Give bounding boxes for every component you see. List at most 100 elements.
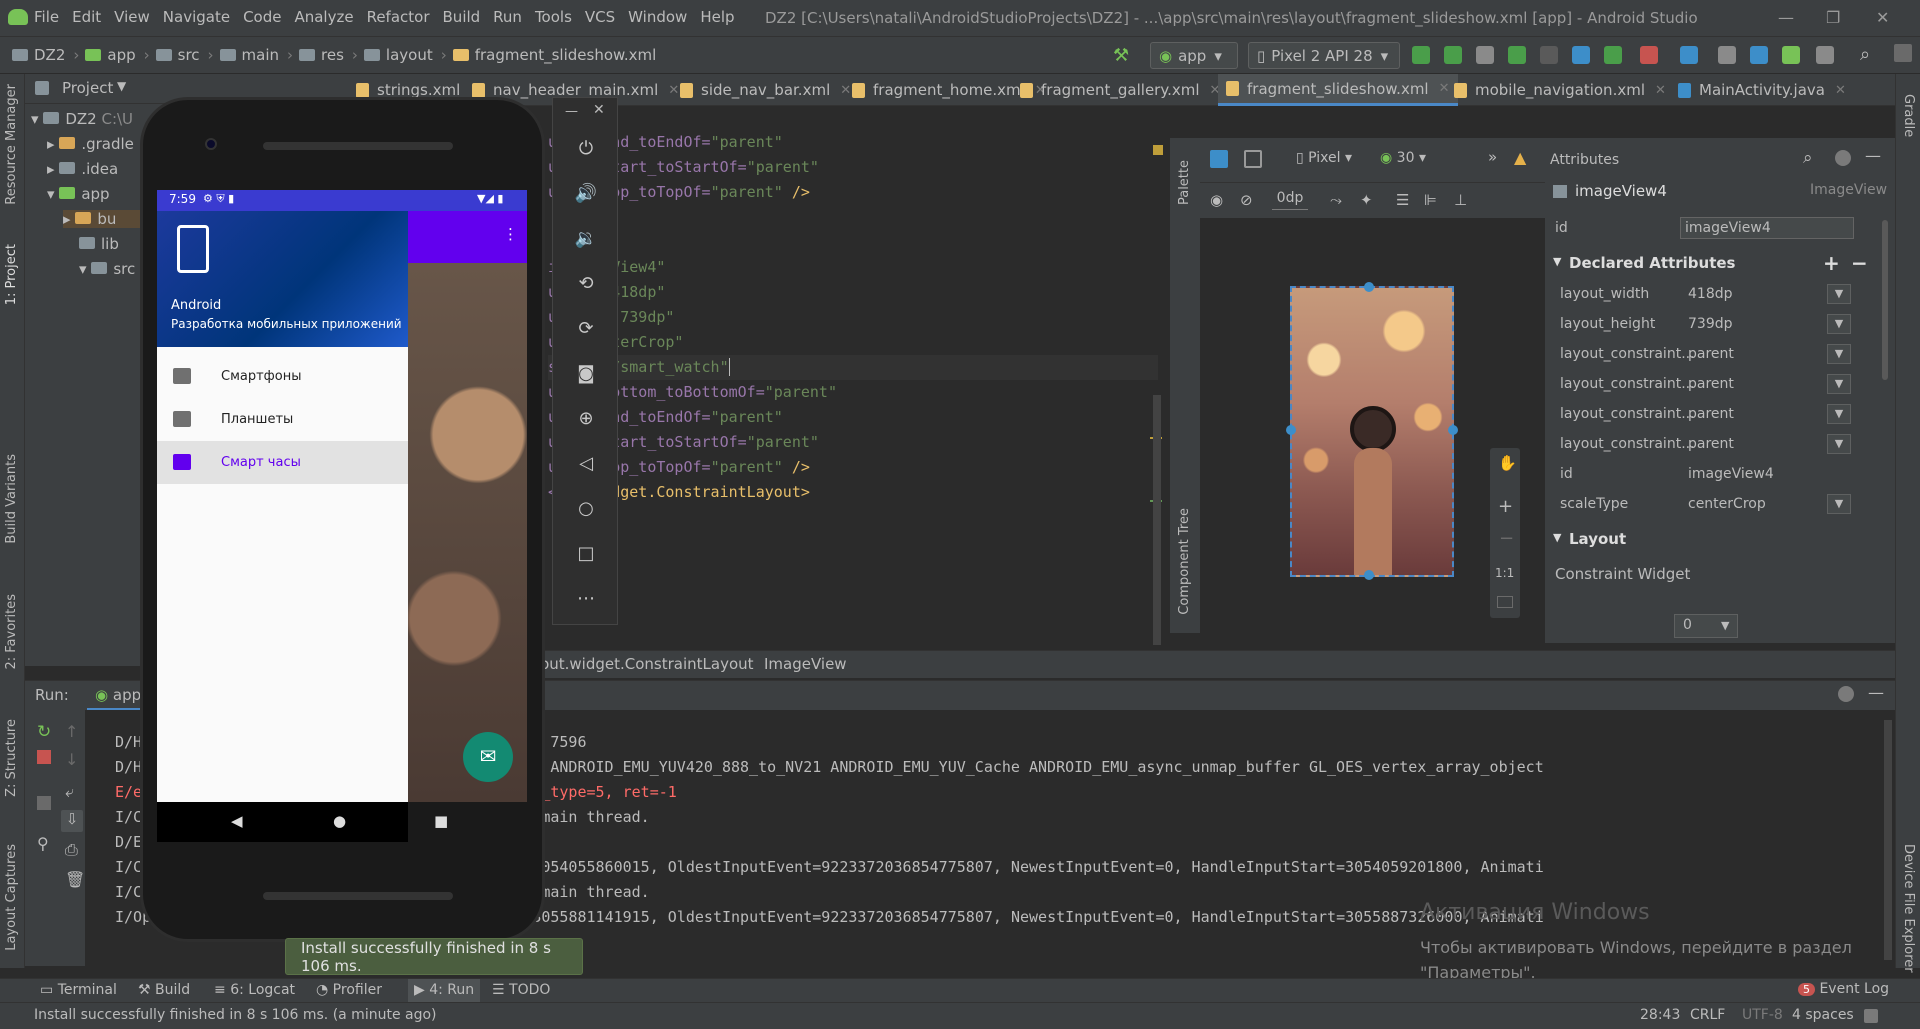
gear-icon[interactable] (1835, 150, 1851, 166)
profiler-icon[interactable] (1572, 46, 1590, 64)
editor-scrollbar[interactable] (1153, 395, 1161, 645)
restore-icon[interactable]: ❐ (1826, 8, 1840, 27)
pan-icon[interactable]: ✋ (1498, 454, 1517, 472)
search-icon[interactable]: ⌕ (1860, 44, 1870, 65)
menu-item-code[interactable]: Code (243, 8, 281, 26)
apply-changes-icon[interactable] (1444, 46, 1462, 64)
attribute-value[interactable]: centerCrop (1688, 496, 1766, 512)
id-field[interactable]: imageView4 (1680, 217, 1854, 239)
console-scrollbar[interactable] (1884, 720, 1892, 960)
breadcrumb-item[interactable]: main › (219, 46, 293, 64)
constraint-handle[interactable] (1364, 570, 1374, 580)
event-log-tab[interactable]: 5 Event Log (1798, 981, 1889, 997)
line-separator[interactable]: CRLF (1690, 1007, 1725, 1023)
layout-captures-tab[interactable]: Layout Captures (4, 844, 19, 951)
tree-item-src[interactable]: ▾ src (79, 260, 135, 278)
tab-side-nav-bar-xml[interactable]: side_nav_bar.xml ✕ (672, 74, 859, 106)
attribute-value[interactable]: parent (1688, 406, 1734, 422)
xml-breadcrumb-child[interactable]: ImageView (764, 655, 847, 673)
structure-tab[interactable]: Z: Structure (4, 719, 19, 797)
device-file-explorer-tab[interactable]: Device File Explorer (1901, 844, 1916, 973)
menu-item-refactor[interactable]: Refactor (367, 8, 430, 26)
back-nav-icon[interactable]: ◀ (231, 812, 243, 830)
breadcrumb-item[interactable]: src › (155, 46, 214, 64)
design-surface-icon[interactable] (1210, 150, 1228, 168)
device-select[interactable]: ▯ Pixel 2 API 28 ▾ (1248, 42, 1400, 69)
menu-item-navigate[interactable]: Navigate (163, 8, 230, 26)
print-icon[interactable]: ⎙ (65, 840, 78, 860)
chevron-down-icon[interactable]: ▼ (117, 79, 126, 93)
image-view-preview[interactable] (1290, 286, 1454, 577)
tree-item-root[interactable]: ▾ DZ2 C:\U (31, 110, 133, 128)
bottom-tab-profiler[interactable]: ◔ Profiler (316, 982, 382, 998)
attribute-row[interactable]: layout_height 739dp ▼ (1545, 310, 1875, 340)
resource-manager-tab[interactable]: Resource Manager (4, 84, 19, 205)
attribute-value[interactable]: parent (1688, 376, 1734, 392)
project-structure-icon[interactable] (1680, 46, 1698, 64)
hammer-icon[interactable]: ⚒ (1113, 45, 1133, 66)
stop-icon[interactable] (1640, 46, 1658, 64)
zoom-fit-icon[interactable] (1497, 596, 1513, 608)
more-icon[interactable]: » (1488, 148, 1497, 166)
overflow-menu-icon[interactable]: ⋮ (503, 225, 518, 243)
fab-mail-button[interactable]: ✉ (463, 732, 513, 782)
xml-breadcrumb-parent[interactable]: ayout.widget.ConstraintLayout (522, 655, 754, 673)
constraint-handle[interactable] (1448, 425, 1458, 435)
overview-icon[interactable]: □ (573, 543, 599, 569)
pin-icon[interactable]: ⚲ (37, 834, 49, 853)
attribute-row[interactable]: layout_width 418dp ▼ (1545, 280, 1875, 310)
constraint-handle[interactable] (1286, 425, 1296, 435)
designer-device-select[interactable]: ▯ Pixel ▾ (1296, 150, 1352, 166)
rerun-icon[interactable] (1412, 46, 1430, 64)
pack-icon[interactable]: ☰ (1396, 191, 1409, 209)
rotate-right-icon[interactable]: ⟳ (573, 318, 599, 344)
sdk-manager-icon[interactable] (1782, 46, 1800, 64)
declared-attributes-section[interactable]: ▼ Declared Attributes + − (1545, 249, 1875, 279)
build-variants-tab[interactable]: Build Variants (4, 454, 19, 544)
menu-item-analyze[interactable]: Analyze (294, 8, 353, 26)
trash-icon[interactable]: 🗑 (65, 870, 85, 889)
scroll-to-end-icon[interactable]: ⇩ (61, 810, 83, 832)
close-icon[interactable]: ✕ (593, 102, 605, 118)
search-icon[interactable]: ⌕ (1803, 148, 1813, 168)
orientation-icon[interactable] (1244, 150, 1262, 168)
up-icon[interactable]: ↑ (65, 722, 78, 741)
camera-icon[interactable]: ◙ (573, 363, 599, 389)
infer-constraints-icon[interactable]: ✦ (1360, 191, 1373, 209)
menu-item-window[interactable]: Window (628, 8, 687, 26)
chevron-down-icon[interactable]: ▼ (1827, 314, 1851, 334)
attribute-row[interactable]: layout_constraint... parent ▼ (1545, 400, 1875, 430)
menu-item-build[interactable]: Build (443, 8, 481, 26)
close-tab-icon[interactable]: ✕ (1835, 83, 1846, 98)
tab-mobile-navigation-xml[interactable]: mobile_navigation.xml ✕ (1446, 74, 1674, 106)
component-tree-tab[interactable]: Component Tree (1177, 508, 1192, 615)
tree-item-idea[interactable]: ▸ .idea (47, 160, 118, 178)
recents-nav-icon[interactable]: ■ (434, 812, 448, 830)
constraint-margin-select[interactable]: 0 ▼ (1674, 614, 1738, 638)
chevron-down-icon[interactable]: ▼ (1827, 344, 1851, 364)
drawer-item[interactable]: Смарт часы (157, 441, 408, 484)
bottom-tab-build[interactable]: ⚒ Build (138, 982, 190, 998)
tree-item-app[interactable]: ▾ app (47, 185, 110, 203)
zoom-actual-icon[interactable]: 1:1 (1495, 566, 1514, 580)
chevron-down-icon[interactable]: ▼ (1827, 434, 1851, 454)
bottom-tab-logcat[interactable]: ≡ 6: Logcat (214, 982, 295, 998)
hide-icon[interactable]: — (1868, 683, 1884, 702)
minimize-icon[interactable]: — (1778, 8, 1794, 27)
drawer-item[interactable]: Планшеты (157, 398, 408, 441)
drawer-item[interactable]: Смартфоны (157, 355, 408, 398)
project-tab[interactable]: 1: Project (4, 244, 19, 305)
chevron-down-icon[interactable]: ▼ (1827, 374, 1851, 394)
volume-up-icon[interactable]: 🔊 (573, 183, 599, 209)
hide-icon[interactable]: — (1865, 146, 1881, 165)
minimize-icon[interactable]: — (565, 104, 578, 119)
power-icon[interactable]: ⏻ (573, 138, 599, 164)
run-config-select[interactable]: ◉ app ▾ (1150, 42, 1238, 69)
menu-item-vcs[interactable]: VCS (585, 8, 615, 26)
layout-icon[interactable] (37, 796, 51, 810)
api-level-select[interactable]: ◉ 30 ▾ (1380, 150, 1426, 166)
status-message[interactable]: Install successfully finished in 8 s 106… (34, 1007, 437, 1023)
attribute-row[interactable]: layout_constraint... parent ▼ (1545, 340, 1875, 370)
align-icon[interactable]: ⊫ (1424, 191, 1437, 209)
zoom-icon[interactable]: ⊕ (573, 408, 599, 434)
